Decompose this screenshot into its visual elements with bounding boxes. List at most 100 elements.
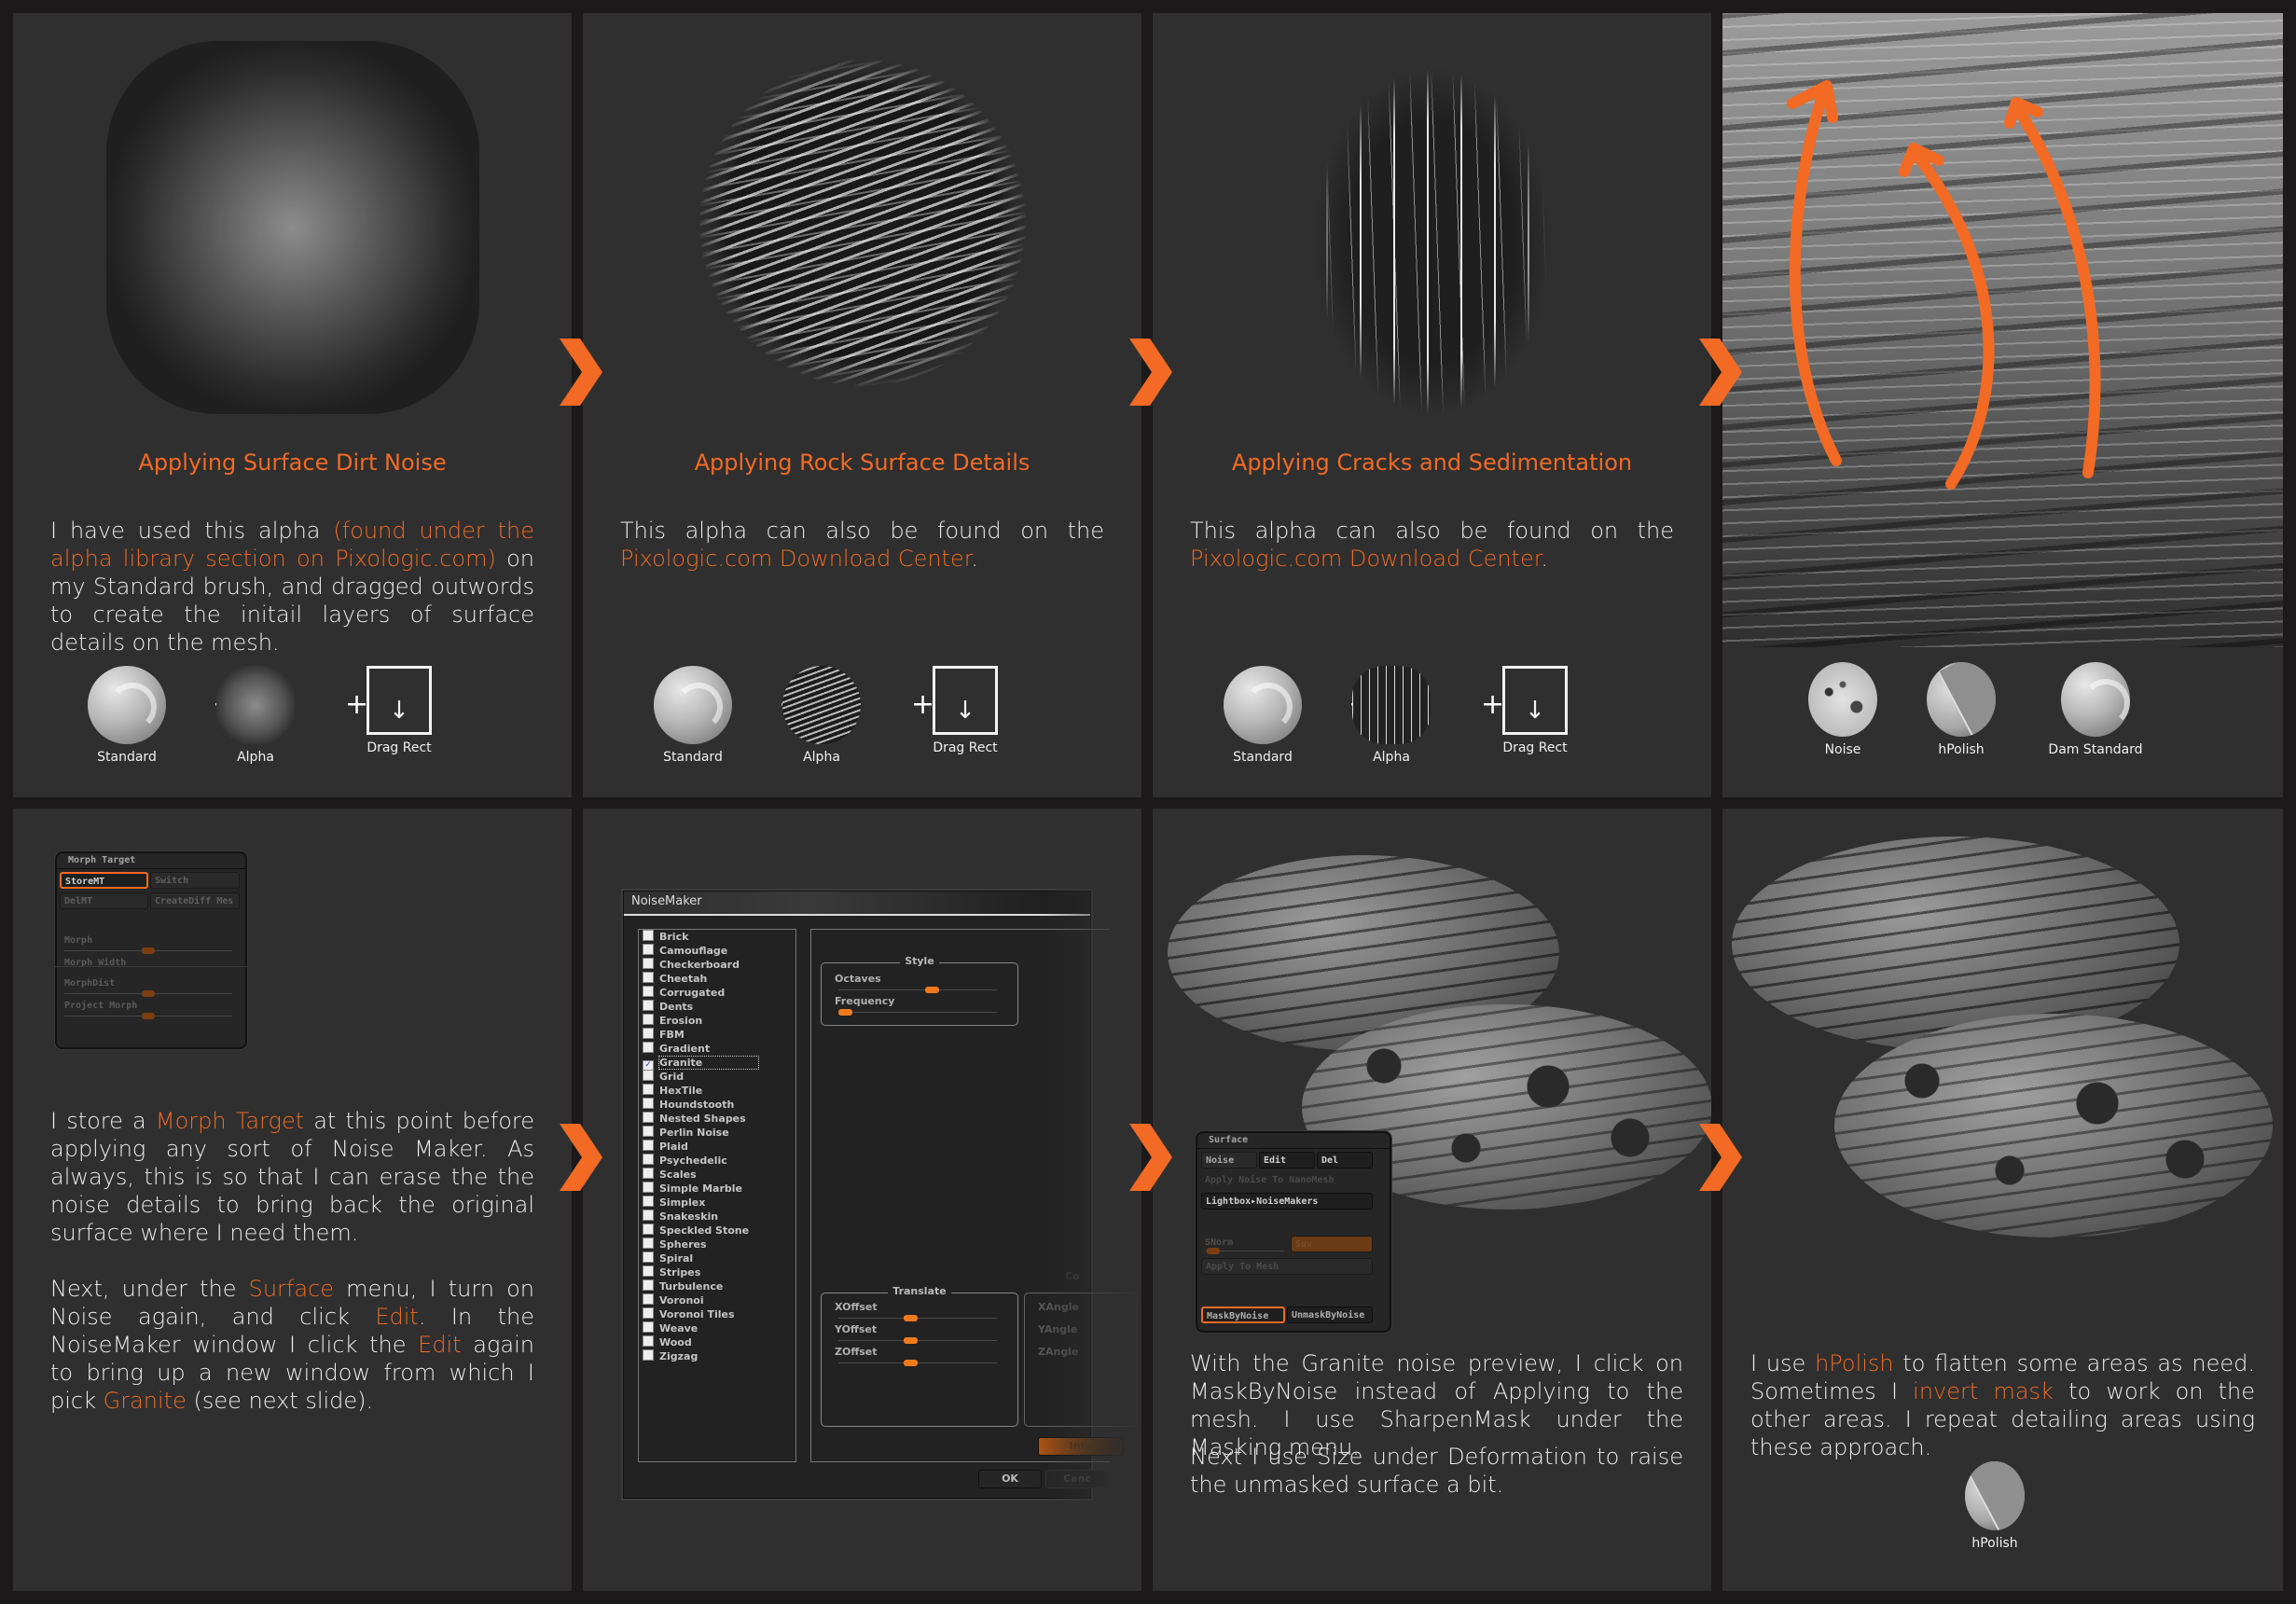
cancel-button[interactable]: Canc [1045, 1470, 1109, 1488]
snorm-label: SNorm [1205, 1238, 1234, 1248]
noise-type-item[interactable]: Voronoi [639, 1293, 795, 1307]
switch-button[interactable]: Switch [150, 872, 240, 889]
checkbox[interactable] [643, 1196, 654, 1207]
morphdist-slider[interactable] [64, 990, 232, 997]
interactive-button[interactable]: Inte [1038, 1437, 1124, 1456]
noise-type-item[interactable]: Nested Shapes [639, 1112, 795, 1126]
unmask-by-noise-button[interactable]: UnmaskByNoise [1287, 1307, 1373, 1323]
panel-title: Applying Surface Dirt Noise [138, 449, 447, 476]
checkbox[interactable] [643, 1028, 654, 1039]
checkbox[interactable] [643, 1084, 654, 1095]
checkbox[interactable] [643, 958, 654, 969]
checkbox[interactable] [643, 1251, 654, 1263]
checkbox[interactable] [643, 1070, 654, 1081]
suv-button[interactable]: Suv [1291, 1236, 1373, 1252]
apply-to-mesh-button[interactable]: Apply To Mesh [1201, 1258, 1373, 1275]
store-mt-button[interactable]: StoreMT [60, 872, 148, 889]
checkbox[interactable] [643, 1293, 654, 1305]
frequency-slider[interactable] [838, 1009, 997, 1016]
noise-type-item[interactable]: Scales [639, 1168, 795, 1182]
checkbox[interactable] [643, 972, 654, 983]
noise-type-item[interactable]: Simple Marble [639, 1182, 795, 1196]
noise-type-item[interactable]: HexTile [639, 1084, 795, 1098]
noise-button[interactable]: Noise [1201, 1152, 1257, 1168]
noise-type-item[interactable]: Weave [639, 1321, 795, 1335]
checkbox[interactable] [643, 1140, 654, 1151]
noise-type-item[interactable]: Cheetah [639, 972, 795, 986]
checkbox[interactable] [643, 1238, 654, 1249]
checkbox[interactable] [643, 986, 654, 997]
slider-knob[interactable] [925, 987, 939, 993]
noise-type-item[interactable]: Speckled Stone [639, 1224, 795, 1238]
checkbox[interactable] [643, 1000, 654, 1011]
checkbox[interactable] [643, 1321, 654, 1333]
morph-slider[interactable] [64, 947, 232, 954]
apply-noise-nanomesh-button[interactable]: Apply Noise To NanoMesh [1201, 1172, 1373, 1189]
download-center-link[interactable]: Pixologic.com Download Center [620, 546, 971, 572]
checkbox[interactable] [643, 1014, 654, 1025]
noise-type-item[interactable]: Turbulence [639, 1279, 795, 1293]
create-diff-mesh-button[interactable]: CreateDiff Mes [150, 892, 240, 909]
checkbox[interactable] [643, 1265, 654, 1277]
noise-type-item[interactable]: Plaid [639, 1140, 795, 1154]
noise-type-item[interactable]: Corrugated [639, 986, 795, 1000]
checkbox[interactable] [643, 1126, 654, 1137]
noise-type-item[interactable]: Houndstooth [639, 1098, 795, 1112]
morph-target-header[interactable]: Morph Target [57, 853, 245, 869]
yoffset-slider[interactable] [838, 1337, 997, 1344]
download-center-link[interactable]: Pixologic.com Download Center [1190, 546, 1541, 572]
checkbox[interactable] [643, 1154, 654, 1165]
slider-knob[interactable] [903, 1337, 918, 1344]
ok-button[interactable]: OK [978, 1470, 1042, 1488]
noise-type-item[interactable]: Dents [639, 1000, 795, 1014]
noise-type-item[interactable]: Perlin Noise [639, 1126, 795, 1140]
noise-type-item[interactable]: Spiral [639, 1251, 795, 1265]
noise-type-item[interactable]: ✓ Granite [639, 1056, 795, 1072]
slider-knob[interactable] [1207, 1248, 1220, 1254]
slider-knob[interactable] [142, 1013, 155, 1019]
noise-type-item[interactable]: Simplex [639, 1196, 795, 1210]
surface-header[interactable]: Surface [1197, 1133, 1390, 1149]
checkbox[interactable] [643, 1307, 654, 1319]
checkbox[interactable] [643, 1335, 654, 1347]
lightbox-noisemakers-button[interactable]: Lightbox▸NoiseMakers [1201, 1193, 1373, 1210]
noise-type-item[interactable]: Gradient [639, 1042, 795, 1056]
mask-by-noise-button[interactable]: MaskByNoise [1201, 1307, 1285, 1323]
checkbox[interactable] [643, 1210, 654, 1221]
noisemaker-titlebar[interactable]: NoiseMaker [624, 892, 1090, 916]
noise-type-item[interactable]: Stripes [639, 1265, 795, 1279]
noise-type-item[interactable]: Psychedelic [639, 1154, 795, 1168]
noise-type-item[interactable]: Grid [639, 1070, 795, 1084]
slider-knob[interactable] [903, 1360, 918, 1366]
checkbox[interactable] [643, 1042, 654, 1053]
slider-knob[interactable] [142, 947, 155, 954]
noise-type-item[interactable]: Brick [639, 930, 795, 944]
checkbox[interactable] [643, 1168, 654, 1179]
checkbox[interactable] [643, 1224, 654, 1235]
noise-type-item[interactable]: Camouflage [639, 944, 795, 958]
edit-button[interactable]: Edit [1259, 1152, 1315, 1168]
checkbox[interactable] [643, 1182, 654, 1193]
checkbox[interactable] [643, 1279, 654, 1291]
noise-type-item[interactable]: Spheres [639, 1238, 795, 1251]
noise-type-item[interactable]: Checkerboard [639, 958, 795, 972]
checkbox[interactable] [643, 1349, 654, 1361]
checkbox[interactable] [643, 1098, 654, 1109]
noise-type-item[interactable]: FBM [639, 1028, 795, 1042]
noise-type-item[interactable]: Zigzag [639, 1349, 795, 1363]
octaves-slider[interactable] [838, 987, 997, 993]
slider-knob[interactable] [142, 990, 155, 997]
noise-type-item[interactable]: Wood [639, 1335, 795, 1349]
del-mt-button[interactable]: DelMT [60, 892, 148, 909]
slider-knob[interactable] [838, 1009, 852, 1016]
del-button[interactable]: Del [1317, 1152, 1373, 1168]
checkbox[interactable] [643, 944, 654, 955]
zoffset-slider[interactable] [838, 1360, 997, 1366]
noise-type-item[interactable]: Erosion [639, 1014, 795, 1028]
checkbox[interactable] [643, 930, 654, 941]
checkbox[interactable] [643, 1112, 654, 1123]
xoffset-slider[interactable] [838, 1315, 997, 1321]
noise-type-item[interactable]: Snakeskin [639, 1210, 795, 1224]
noise-type-item[interactable]: Voronoi Tiles [639, 1307, 795, 1321]
slider-knob[interactable] [903, 1315, 918, 1321]
